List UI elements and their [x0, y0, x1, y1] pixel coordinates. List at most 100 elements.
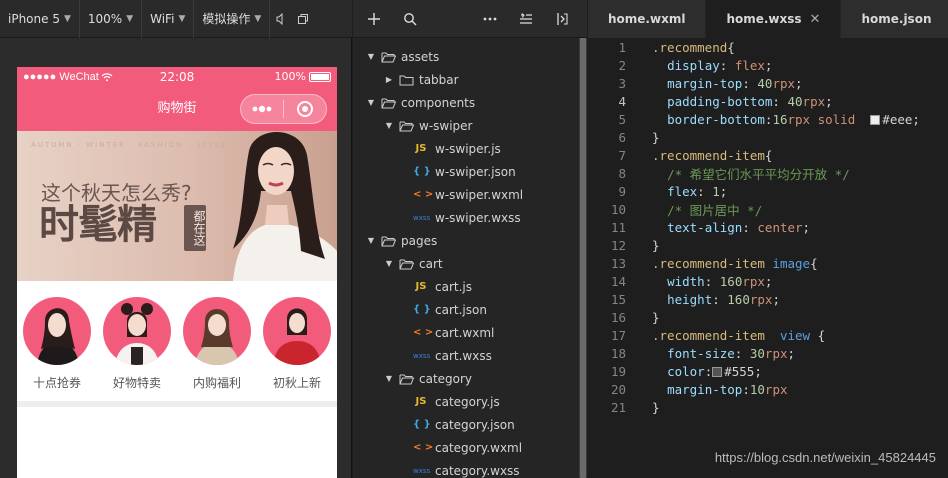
battery-icon	[309, 71, 331, 82]
zoom-select[interactable]: 100% ▼	[80, 0, 143, 38]
editor-tab[interactable]: home.wxss ✕	[706, 0, 842, 38]
recommend-item[interactable]: 好物特卖	[97, 297, 177, 401]
code-line: 11 text-align: center;	[588, 218, 948, 236]
explorer-scrollbar[interactable]	[579, 38, 587, 478]
editor-tab[interactable]: home.wxml	[588, 0, 707, 38]
chevron-down-icon[interactable]: ▼	[365, 98, 377, 107]
search-icon[interactable]	[397, 0, 423, 38]
chevron-right-icon[interactable]: ▶	[383, 75, 395, 84]
recommend-item[interactable]: 初秋上新	[257, 297, 337, 401]
color-swatch[interactable]	[712, 366, 723, 377]
tree-file[interactable]: < > cart.wxml	[353, 321, 579, 344]
code-area[interactable]: 1 .recommend{2 display: flex; 3 margin-top…	[588, 38, 948, 416]
line-number: 9	[618, 183, 626, 199]
chevron-down-icon[interactable]: ▼	[383, 121, 395, 130]
tree-file[interactable]: { } category.json	[353, 413, 579, 436]
collapse-all-icon[interactable]	[513, 0, 539, 38]
line-number: 7	[618, 147, 626, 163]
tree-item-label: category.wxml	[435, 440, 523, 455]
capsule-menu	[240, 94, 327, 124]
wxss-file-icon: wxss	[413, 466, 431, 475]
folder-open-icon	[381, 236, 397, 246]
tree-item-label: cart.wxml	[435, 325, 495, 340]
tree-item-label: category	[419, 371, 473, 386]
more-icon[interactable]	[241, 95, 283, 123]
code-editor: home.wxml home.wxss ✕ home.json 1 .recommend…	[588, 0, 948, 478]
tree-folder[interactable]: ▼ cart	[353, 252, 579, 275]
navigation-bar: 购物街	[17, 87, 337, 131]
code-line: 9 flex: 1;	[588, 182, 948, 200]
recommend-label: 好物特卖	[112, 376, 161, 390]
tree-item-label: category.js	[435, 394, 500, 409]
recommend-item[interactable]: 十点抢券	[17, 297, 97, 401]
volume-icon[interactable]	[270, 0, 292, 38]
editor-tab[interactable]: home.json	[841, 0, 948, 38]
chevron-down-icon[interactable]: ▼	[383, 374, 395, 383]
detach-window-icon[interactable]	[292, 0, 314, 38]
tree-file[interactable]: wxss cart.wxss	[353, 344, 579, 367]
wxss-file-icon: wxss	[413, 213, 431, 222]
tree-file[interactable]: < > category.wxml	[353, 436, 579, 459]
add-file-icon[interactable]	[361, 0, 387, 38]
code-line: 13 .recommend-item image{	[588, 254, 948, 272]
banner-swiper[interactable]: AUTUMN · WINTER · FASHION · STYLE 这个秋天怎么…	[17, 131, 337, 281]
tree-file[interactable]: JS w-swiper.js	[353, 137, 579, 160]
more-options-icon[interactable]	[477, 0, 503, 38]
devtools-window: iPhone 5 ▼ 100% ▼ WiFi ▼ 模拟操作 ▼ ●●●●● WeChat…	[0, 0, 948, 478]
chevron-down-icon[interactable]: ▼	[383, 259, 395, 268]
explorer-toolbar	[353, 0, 587, 38]
simulator-toolbar: iPhone 5 ▼ 100% ▼ WiFi ▼ 模拟操作 ▼	[0, 0, 352, 38]
tree-item-label: w-swiper.wxml	[435, 187, 524, 202]
tree-file[interactable]: wxss category.wxss	[353, 459, 579, 478]
banner-headline: 时髦精	[39, 202, 157, 248]
close-miniprogram-icon[interactable]	[284, 95, 326, 123]
tree-file[interactable]: { } cart.json	[353, 298, 579, 321]
network-select-value: WiFi	[150, 11, 175, 26]
tree-folder[interactable]: ▼ pages	[353, 229, 579, 252]
tree-file[interactable]: JS cart.js	[353, 275, 579, 298]
editor-tab-label: home.wxss	[726, 12, 802, 26]
banner-model-image	[233, 131, 337, 281]
chevron-down-icon[interactable]: ▼	[365, 236, 377, 245]
tree-folder[interactable]: ▼ assets	[353, 45, 579, 68]
line-number: 3	[618, 75, 626, 91]
tree-file[interactable]: < > w-swiper.wxml	[353, 183, 579, 206]
simulate-action-select[interactable]: 模拟操作 ▼	[194, 0, 271, 38]
code-line: 2 display: flex;	[588, 56, 948, 74]
editor-tab-label: home.json	[861, 12, 932, 26]
tree-file[interactable]: wxss w-swiper.wxss	[353, 206, 579, 229]
network-select[interactable]: WiFi ▼	[142, 0, 195, 38]
recommend-label: 内购福利	[192, 376, 241, 390]
file-explorer: ▼ assets ▶ tabbar ▼ components ▼ w-swiper JS w-sw…	[353, 0, 587, 478]
code-line: 4 padding-bottom: 40rpx;	[588, 92, 948, 110]
tree-item-label: components	[401, 95, 476, 110]
line-number: 20	[610, 381, 626, 397]
tree-folder[interactable]: ▼ components	[353, 91, 579, 114]
tree-file[interactable]: { } w-swiper.json	[353, 160, 579, 183]
js-file-icon: JS	[415, 281, 427, 292]
tree-folder[interactable]: ▼ w-swiper	[353, 114, 579, 137]
recommend-item[interactable]: 内购福利	[177, 297, 257, 401]
code-line: 6}	[588, 128, 948, 146]
device-select[interactable]: iPhone 5 ▼	[0, 0, 80, 38]
code-text: /* 图片居中 */	[667, 202, 763, 218]
line-number: 8	[618, 165, 626, 181]
toggle-panel-icon[interactable]	[549, 0, 575, 38]
tree-item-label: cart.json	[435, 302, 487, 317]
chevron-down-icon[interactable]: ▼	[365, 52, 377, 61]
color-swatch[interactable]	[870, 114, 881, 125]
wxml-file-icon: < >	[413, 189, 434, 200]
status-bar: ●●●●● WeChat 22:08 100%	[17, 67, 337, 87]
tree-folder[interactable]: ▶ tabbar	[353, 68, 579, 91]
tree-folder[interactable]: ▼ category	[353, 367, 579, 390]
code-text: .recommend-item image{	[652, 255, 818, 271]
code-line: 17 .recommend-item view {	[588, 326, 948, 344]
tree-file[interactable]: JS category.js	[353, 390, 579, 413]
tree-item-label: assets	[401, 49, 440, 64]
line-number: 21	[610, 399, 626, 415]
close-icon[interactable]: ✕	[810, 12, 821, 27]
recommend-label: 初秋上新	[272, 376, 321, 390]
js-file-icon: JS	[415, 143, 427, 154]
code-line: 3 margin-top: 40rpx;	[588, 74, 948, 92]
code-text: text-align: center;	[667, 219, 811, 235]
